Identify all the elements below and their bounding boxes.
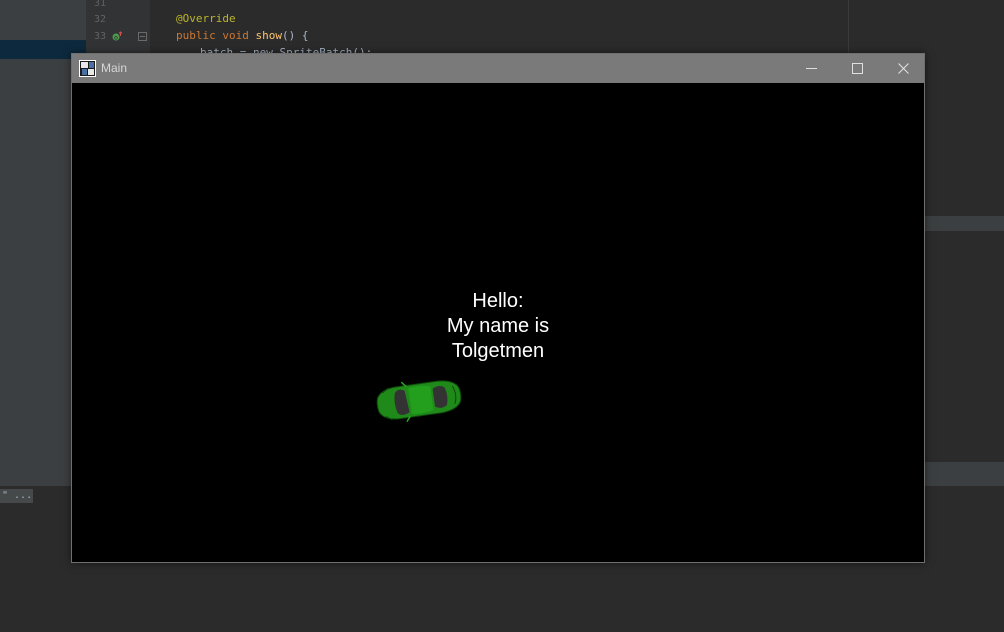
keyword-void: void <box>222 29 249 42</box>
minimize-icon <box>805 68 817 69</box>
line-number: 33 <box>93 31 106 42</box>
fold-icon[interactable] <box>138 32 147 41</box>
bottom-panel-chip[interactable]: " ... <box>0 489 33 503</box>
line-number: 31 <box>93 0 106 9</box>
greeting-text: Hello: My name is Tolgetmen <box>398 289 598 364</box>
maximize-button[interactable] <box>834 54 880 83</box>
app-window[interactable]: Main Hello: My name is Tolgetmen <box>71 53 925 563</box>
minimize-button[interactable] <box>788 54 834 83</box>
window-title: Main <box>101 61 128 75</box>
greeting-line: Hello: <box>472 290 524 312</box>
close-icon <box>897 63 909 74</box>
code-line-annotation: @Override <box>176 12 236 25</box>
svg-text:o: o <box>114 34 118 41</box>
method-name: show <box>255 29 283 42</box>
greeting-line: My name is <box>446 315 550 337</box>
right-panel-strip <box>925 216 1004 231</box>
title-bar[interactable]: Main <box>72 54 924 83</box>
line-number: 32 <box>93 14 106 25</box>
maximize-icon <box>851 63 863 74</box>
greeting-line: Tolgetmen <box>451 340 545 362</box>
keyword-public: public <box>176 29 216 42</box>
override-method-icon[interactable]: o <box>112 31 123 42</box>
game-canvas[interactable]: Hello: My name is Tolgetmen <box>72 83 924 562</box>
close-button[interactable] <box>880 54 926 83</box>
method-signature-rest: () { <box>282 29 309 42</box>
annotation-text: @Override <box>176 12 236 25</box>
code-line-method: public void show() { <box>176 29 309 42</box>
green-car-icon[interactable] <box>370 373 466 427</box>
app-logo-icon <box>79 60 96 77</box>
